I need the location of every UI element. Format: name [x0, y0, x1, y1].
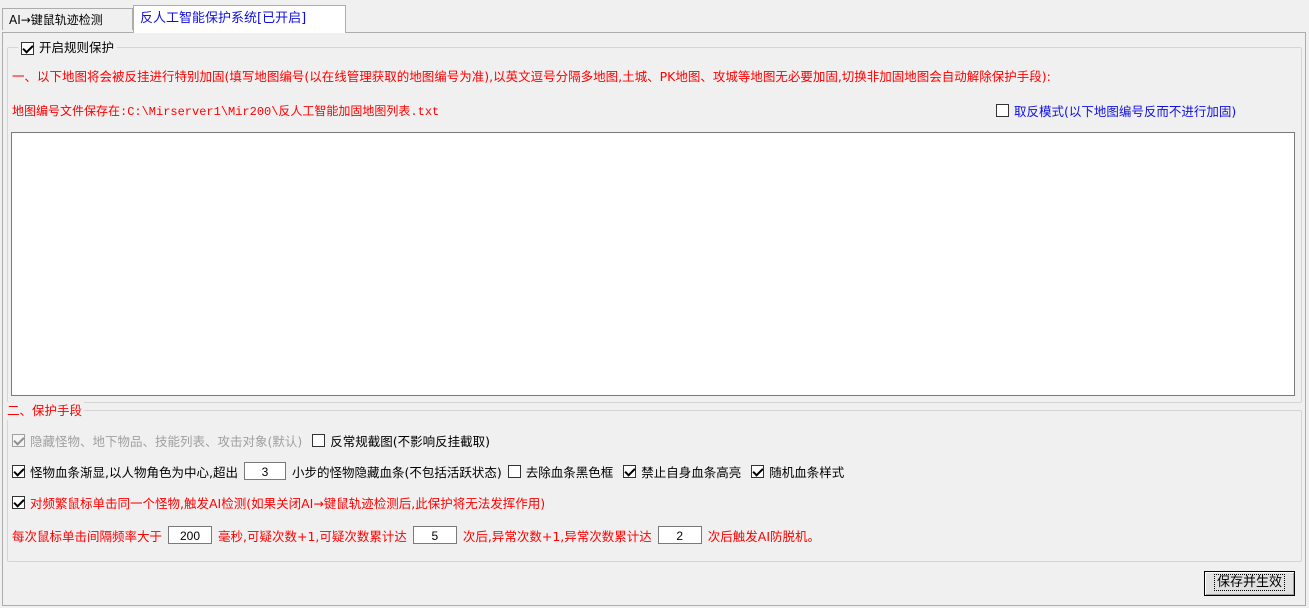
- fade-healthbar-checkbox[interactable]: [12, 464, 25, 478]
- save-apply-label: 保存并生效: [1213, 574, 1286, 591]
- fade-healthbar-label-before: 怪物血条渐显,以人物角色为中心,超出: [30, 464, 238, 480]
- anti-screenshot-option[interactable]: 反常规截图(不影响反挂截取): [312, 431, 490, 450]
- tab-anti-ai-protection[interactable]: 反人工智能保护系统[已开启]: [133, 5, 346, 33]
- interval-ms-input[interactable]: 200: [168, 526, 213, 544]
- enable-rule-label: 开启规则保护: [39, 40, 115, 55]
- invert-mode-label: 取反模式(以下地图编号反而不进行加固): [1014, 103, 1237, 119]
- enable-rule-checkbox[interactable]: [21, 41, 34, 55]
- interval-mid1: 毫秒,可疑次数+1,可疑次数累计达: [218, 528, 407, 544]
- rule-protection-legend[interactable]: 开启规则保护: [18, 39, 118, 57]
- anti-screenshot-label: 反常规截图(不影响反挂截取): [330, 433, 491, 449]
- tab-ai-mouse-track[interactable]: AI→键鼠轨迹检测: [2, 8, 133, 30]
- random-style-option[interactable]: 随机血条样式: [751, 462, 844, 481]
- hide-objects-label: 隐藏怪物、地下物品、技能列表、攻击对象(默认): [30, 433, 303, 449]
- invert-mode-checkbox[interactable]: [996, 103, 1009, 117]
- map-file-path: 地图编号文件保存在:C:\Mirserver1\Mir200\反人工智能加固地图…: [12, 104, 440, 119]
- map-list-textarea[interactable]: [11, 132, 1295, 396]
- random-style-checkbox[interactable]: [751, 464, 765, 478]
- tab-panel: 开启规则保护 一、以下地图将会被反挂进行特别加固(填写地图编号(以在线管理获取的…: [2, 32, 1306, 606]
- anti-screenshot-checkbox[interactable]: [312, 433, 326, 447]
- click-interval-row: 每次鼠标单击间隔频率大于 200 毫秒,可疑次数+1,可疑次数累计达 5 次后,…: [12, 525, 820, 545]
- protection-row-1: 隐藏怪物、地下物品、技能列表、攻击对象(默认) 反常规截图(不影响反挂截取): [12, 430, 500, 450]
- protection-methods-title: 二、保护手段: [7, 402, 85, 420]
- disable-highlight-label: 禁止自身血条高亮: [641, 464, 742, 480]
- tab-bar: AI→键鼠轨迹检测 反人工智能保护系统[已开启]: [0, 0, 1309, 33]
- interval-prefix: 每次鼠标单击间隔频率大于: [12, 528, 163, 544]
- frequent-click-label: 对频繁鼠标单击同一个怪物,触发AI检测(如果关闭AI→键鼠轨迹检测后,此保护将无…: [30, 495, 546, 511]
- hide-objects-option: 隐藏怪物、地下物品、技能列表、攻击对象(默认): [12, 431, 302, 450]
- disable-highlight-option[interactable]: 禁止自身血条高亮: [623, 462, 741, 481]
- protection-row-2: 怪物血条渐显,以人物角色为中心,超出 3 小步的怪物隐藏血条(不包括活跃状态) …: [12, 461, 854, 481]
- fade-steps-input[interactable]: 3: [243, 462, 286, 480]
- frequent-click-checkbox[interactable]: [12, 495, 25, 509]
- random-style-label: 随机血条样式: [769, 464, 845, 480]
- fade-healthbar-label-after: 小步的怪物隐藏血条(不包括活跃状态): [291, 464, 502, 480]
- remove-frame-checkbox[interactable]: [507, 464, 521, 478]
- remove-frame-option[interactable]: 去除血条黑色框: [507, 462, 614, 481]
- interval-suffix: 次后触发AI防脱机。: [707, 528, 821, 544]
- fade-healthbar-option[interactable]: 怪物血条渐显,以人物角色为中心,超出 3 小步的怪物隐藏血条(不包括活跃状态): [12, 462, 502, 481]
- remove-frame-label: 去除血条黑色框: [525, 464, 614, 480]
- hide-objects-checkbox: [12, 433, 25, 447]
- save-apply-button[interactable]: 保存并生效: [1204, 571, 1295, 596]
- abnormal-count-input[interactable]: 2: [657, 526, 702, 544]
- map-description: 一、以下地图将会被反挂进行特别加固(填写地图编号(以在线管理获取的地图编号为准)…: [12, 68, 1051, 84]
- disable-highlight-checkbox[interactable]: [623, 464, 637, 478]
- suspicious-count-input[interactable]: 5: [412, 526, 457, 544]
- interval-mid2: 次后,异常次数+1,异常次数累计达: [462, 528, 652, 544]
- frequent-click-option[interactable]: 对频繁鼠标单击同一个怪物,触发AI检测(如果关闭AI→键鼠轨迹检测后,此保护将无…: [12, 492, 545, 512]
- invert-mode-option[interactable]: 取反模式(以下地图编号反而不进行加固): [996, 100, 1236, 120]
